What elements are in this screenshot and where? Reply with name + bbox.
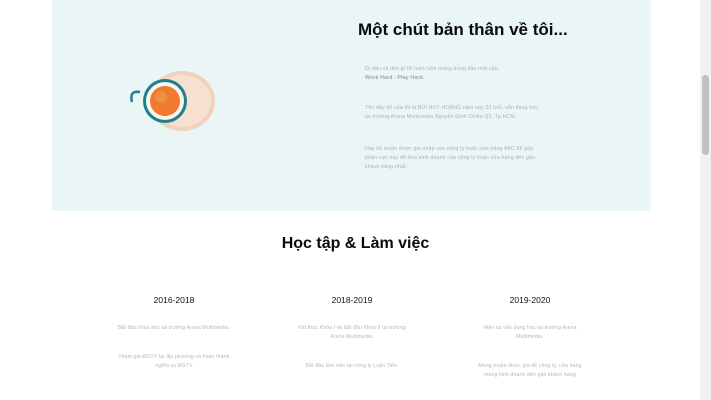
timeline-column: 2019-2020 Hiện tại vẫn đang học tại trườ… [470,295,590,380]
timeline-column: 2018-2019 Kết thúc Khóa I và bắt đầu Khó… [292,295,412,371]
section-title: Học tập & Làm việc [281,235,430,252]
timeline-description: Bắt đầu làm việc tại công ty Luận Tiến. [305,363,399,369]
about-paragraph-goal: Hay tôi muốn được gia nhập vào công ty h… [365,146,535,170]
timeline-description: Kết thúc Khóa I và bắt đầu Khóa II tại t… [298,325,406,340]
timeline-description: Bắt đầu khóa học tại trường Arena Multim… [118,325,231,331]
timeline-year: 2019-2020 [509,295,551,305]
about-paragraph-intro: Dí dâu và làm gì tôi luôn luôn mang tron… [365,65,543,83]
coffee-cup-icon [130,71,215,131]
about-title: Một chút bản thân về tôi... [358,20,568,39]
about-motto: Work Hard - Play Hard. [365,75,425,81]
timeline-description: Tham gia ĐGTV tại địa phương và hoàn thà… [118,354,230,369]
about-section: Một chút bản thân về tôi... Dí dâu và là… [52,0,651,211]
timeline-column: 2016-2018 Bắt đầu khóa học tại trường Ar… [114,295,234,371]
about-paragraph-name: Tên đầy đủ của tôi là BÙI HUY HOÀNG năm … [365,105,539,120]
timeline-year: 2016-2018 [153,295,195,305]
about-paragraph-text: Dí dâu và làm gì tôi luôn luôn mang tron… [365,66,500,72]
timeline-year: 2018-2019 [331,295,373,305]
vertical-scrollbar[interactable] [700,0,711,400]
scrollbar-thumb[interactable] [702,75,709,155]
timeline-description: Mong muốn được gia để công ty, cửa hàng … [478,363,582,378]
timeline-description: Hiện tại vẫn đang học tại trường Arena M… [483,325,577,340]
